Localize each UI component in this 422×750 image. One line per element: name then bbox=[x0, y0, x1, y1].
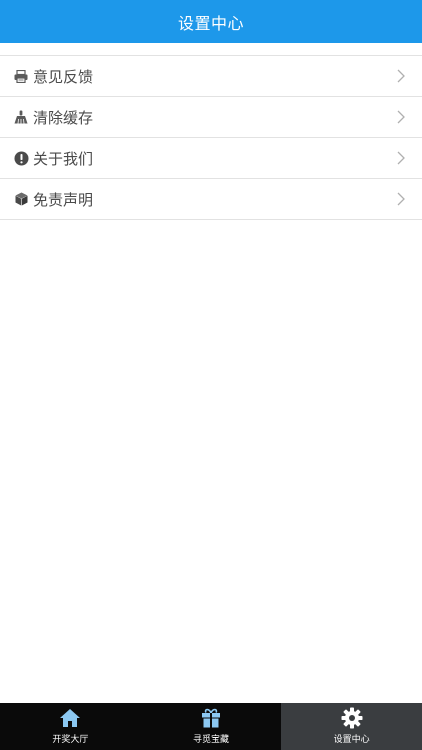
tab-label: 设置中心 bbox=[333, 735, 370, 745]
chevron-right-icon bbox=[397, 151, 405, 165]
home-icon bbox=[60, 709, 81, 727]
gear-icon bbox=[341, 707, 363, 729]
exclamation-icon bbox=[13, 150, 29, 166]
tab-label: 开奖大厅 bbox=[52, 735, 89, 745]
settings-item-label: 意见反馈 bbox=[33, 67, 94, 86]
settings-item-label: 清除缓存 bbox=[33, 108, 94, 127]
settings-item-about[interactable]: 关于我们 bbox=[0, 138, 422, 179]
page-title: 设置中心 bbox=[177, 13, 244, 33]
chevron-right-icon bbox=[397, 69, 405, 83]
tab-treasure[interactable]: 寻觅宝藏 bbox=[141, 703, 282, 750]
settings-item-disclaimer[interactable]: 免责声明 bbox=[0, 179, 422, 220]
cube-icon bbox=[13, 191, 29, 207]
tab-lottery-hall[interactable]: 开奖大厅 bbox=[0, 703, 141, 750]
settings-list: 意见反馈 清除缓存 关于我们 免责声明 bbox=[0, 55, 422, 220]
printer-icon bbox=[13, 68, 29, 84]
settings-item-feedback[interactable]: 意见反馈 bbox=[0, 56, 422, 97]
settings-item-label: 关于我们 bbox=[33, 149, 94, 168]
settings-item-clear-cache[interactable]: 清除缓存 bbox=[0, 97, 422, 138]
app-header: 设置中心 bbox=[0, 0, 422, 43]
broom-icon bbox=[13, 109, 29, 125]
settings-item-label: 免责声明 bbox=[33, 190, 94, 209]
tab-settings[interactable]: 设置中心 bbox=[281, 703, 422, 750]
chevron-right-icon bbox=[397, 192, 405, 206]
tab-label: 寻觅宝藏 bbox=[193, 735, 230, 745]
gift-icon bbox=[202, 708, 220, 728]
chevron-right-icon bbox=[397, 110, 405, 124]
bottom-tab-bar: 开奖大厅 寻觅宝藏 设置中心 bbox=[0, 703, 422, 750]
